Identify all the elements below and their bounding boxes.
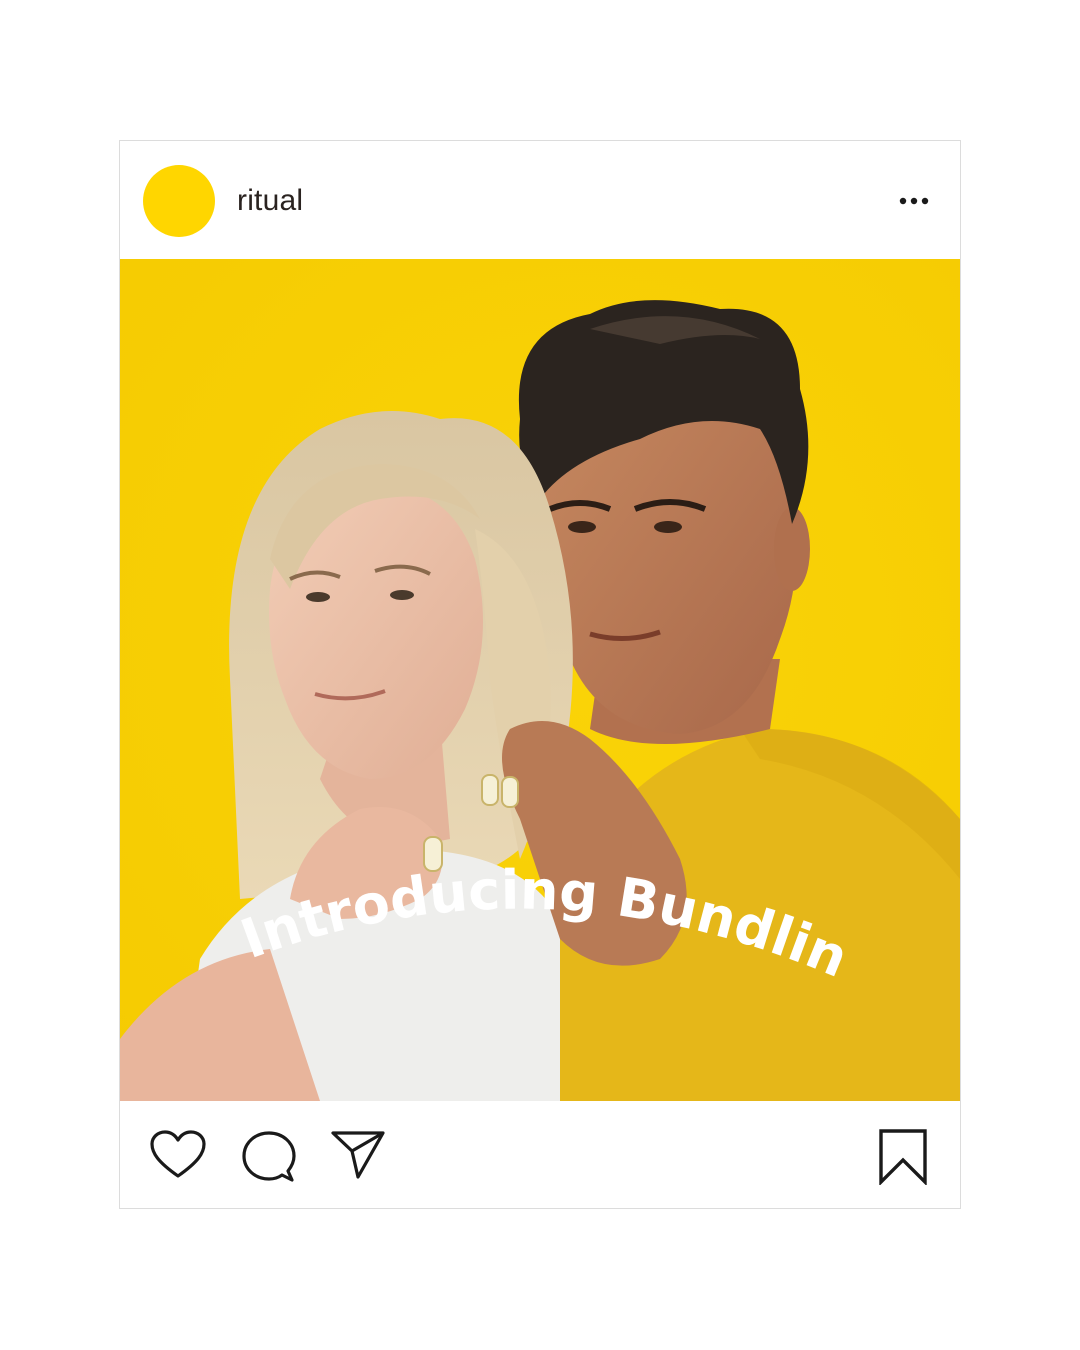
heart-icon: [150, 1130, 206, 1178]
like-button[interactable]: [148, 1129, 208, 1186]
username[interactable]: ritual: [237, 184, 303, 218]
share-button[interactable]: [330, 1129, 386, 1186]
more-horizontal-icon: [899, 197, 929, 205]
instagram-post-card: ritual Introducing Bundlin: [119, 140, 961, 1209]
save-button[interactable]: [878, 1129, 928, 1190]
avatar[interactable]: [143, 165, 215, 237]
more-options-button[interactable]: [894, 185, 934, 217]
paper-plane-icon: [331, 1131, 385, 1179]
comment-bubble-icon: [242, 1131, 296, 1182]
bookmark-icon: [879, 1129, 927, 1187]
post-header: ritual: [120, 141, 960, 259]
post-image[interactable]: Introducing Bundling: [120, 259, 960, 1101]
couple-photo: Introducing Bundling: [120, 259, 960, 1101]
comment-button[interactable]: [241, 1129, 297, 1190]
post-actions-bar: [120, 1101, 960, 1208]
